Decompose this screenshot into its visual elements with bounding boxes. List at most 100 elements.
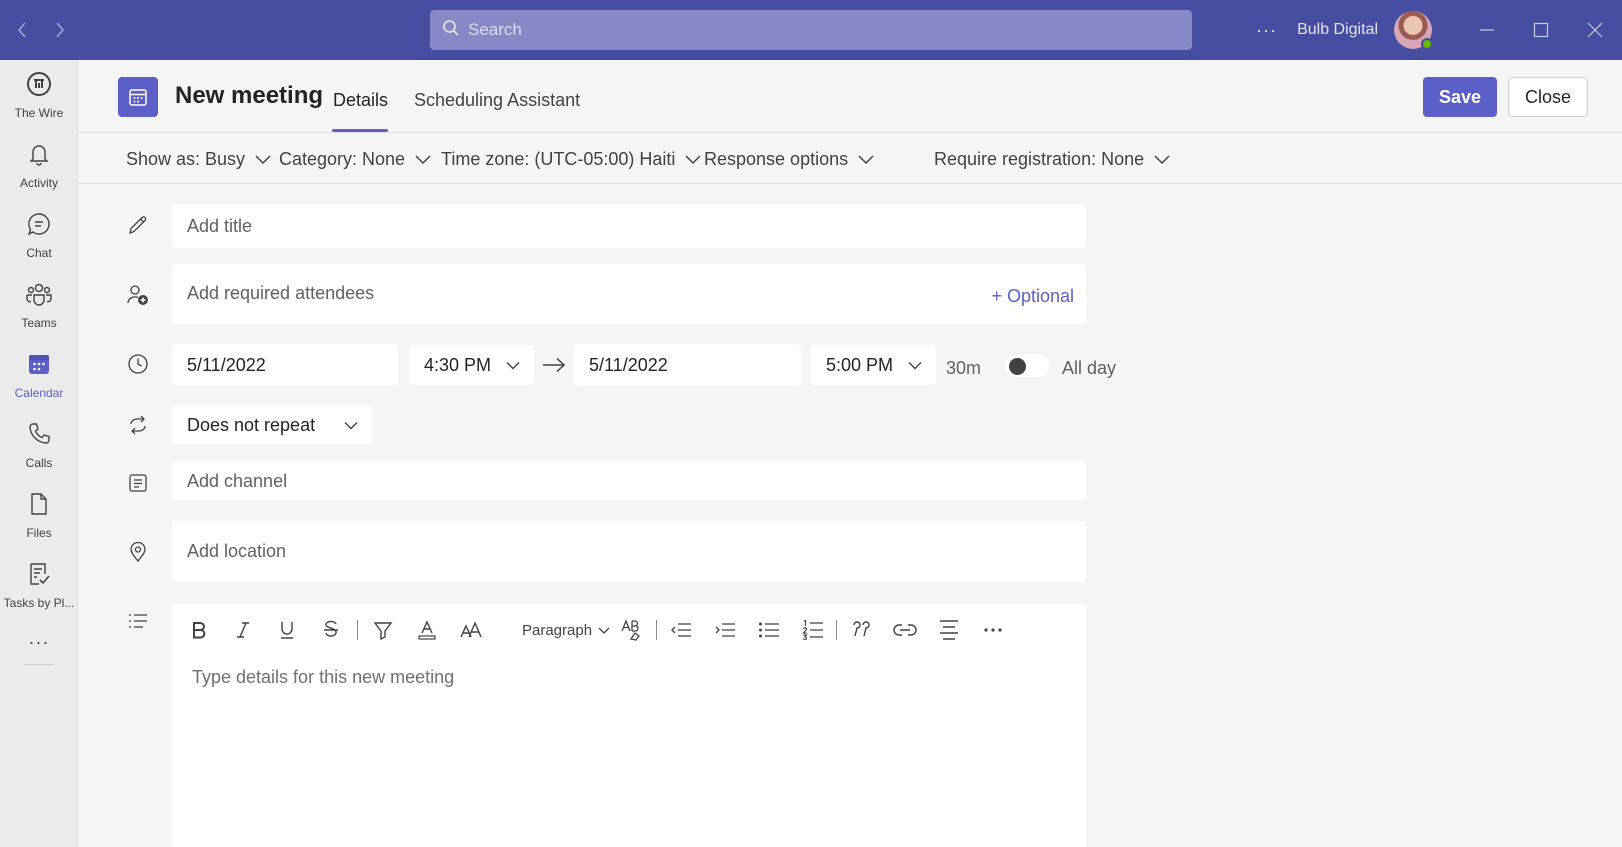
duration-label: 30m <box>946 358 982 378</box>
chevron-down-icon <box>1154 149 1170 170</box>
rail-label: Calendar <box>14 385 64 400</box>
history-nav <box>12 20 70 40</box>
search-box[interactable] <box>430 10 1192 50</box>
more-apps-icon[interactable]: ··· <box>0 620 78 664</box>
clock-icon <box>126 352 150 376</box>
highlight-icon[interactable] <box>366 603 400 657</box>
end-date-field[interactable]: 5/11/2022 <box>574 344 801 386</box>
chevron-down-icon <box>858 149 874 170</box>
minimize-icon[interactable] <box>1460 0 1514 60</box>
org-name[interactable]: Bulb Digital <box>1297 21 1378 39</box>
clear-formatting-icon[interactable] <box>614 603 648 657</box>
editor-placeholder: Type details for this new meeting <box>192 667 455 687</box>
back-arrow-icon[interactable] <box>12 20 32 40</box>
font-size-icon[interactable] <box>454 603 488 657</box>
chevron-down-icon <box>506 355 520 376</box>
show-as-label: Show as: Busy <box>126 148 246 169</box>
tab-scheduling-assistant[interactable]: Scheduling Assistant <box>414 90 580 111</box>
end-time-value: 5:00 PM <box>826 354 894 375</box>
link-icon[interactable] <box>888 603 922 657</box>
bulleted-list-icon[interactable] <box>752 603 786 657</box>
details-editor[interactable]: Paragraph Type details for this new meet… <box>172 603 1086 847</box>
start-time-dropdown[interactable]: 4:30 PM <box>409 345 534 385</box>
chevron-down-icon <box>908 355 922 376</box>
more-options-icon[interactable]: ··· <box>1256 20 1277 41</box>
font-color-icon[interactable] <box>410 603 444 657</box>
end-time-dropdown[interactable]: 5:00 PM <box>811 345 936 385</box>
rail-item-the-wire[interactable]: The Wire <box>0 60 78 130</box>
channel-field[interactable] <box>172 461 1086 501</box>
underline-icon[interactable] <box>270 603 304 657</box>
chevron-down-icon <box>255 149 271 170</box>
search-input[interactable] <box>468 20 1148 40</box>
strikethrough-icon[interactable] <box>314 603 348 657</box>
rail-item-calendar[interactable]: Calendar <box>0 340 78 410</box>
toolbar-divider <box>656 620 657 640</box>
search-icon <box>442 19 460 42</box>
start-time-value: 4:30 PM <box>424 354 492 375</box>
paragraph-style-dropdown[interactable]: Paragraph <box>522 603 610 657</box>
teams-icon <box>25 281 53 312</box>
bell-icon <box>26 141 52 172</box>
rail-item-tasks[interactable]: Tasks by Pl... <box>0 550 78 620</box>
the-wire-icon <box>26 71 52 102</box>
rail-label: Calls <box>25 455 53 470</box>
maximize-icon[interactable] <box>1514 0 1568 60</box>
close-window-icon[interactable] <box>1568 0 1622 60</box>
phone-icon <box>26 421 52 452</box>
all-day-toggle[interactable] <box>1003 353 1051 379</box>
chevron-down-icon <box>415 149 431 170</box>
registration-label: Require registration: None <box>934 148 1145 169</box>
presence-available-icon <box>1421 38 1433 50</box>
avatar[interactable] <box>1394 11 1433 50</box>
registration-dropdown[interactable]: Require registration: None <box>934 133 1170 185</box>
rail-item-activity[interactable]: Activity <box>0 130 78 200</box>
increase-indent-icon[interactable] <box>708 603 742 657</box>
time-zone-dropdown[interactable]: Time zone: (UTC-05:00) Haiti <box>441 133 701 185</box>
start-date-field[interactable]: 5/11/2022 <box>172 344 398 386</box>
file-icon <box>26 491 52 522</box>
rail-label: Teams <box>21 315 57 330</box>
italic-icon[interactable] <box>226 603 260 657</box>
forward-arrow-icon[interactable] <box>50 20 70 40</box>
close-button[interactable]: Close <box>1508 77 1588 117</box>
add-person-icon <box>126 283 150 307</box>
location-pin-icon <box>126 540 150 564</box>
calendar-badge-icon <box>118 77 158 117</box>
repeat-icon <box>126 413 150 437</box>
bold-icon[interactable] <box>182 603 216 657</box>
tab-details[interactable]: Details <box>333 90 388 111</box>
location-input[interactable] <box>187 541 1086 562</box>
rail-item-files[interactable]: Files <box>0 480 78 550</box>
attendees-input[interactable] <box>187 283 947 304</box>
end-date-value: 5/11/2022 <box>589 354 668 375</box>
tasks-icon <box>26 561 52 592</box>
title-input[interactable] <box>187 215 1086 237</box>
repeat-dropdown[interactable]: Does not repeat <box>172 405 372 445</box>
numbered-list-icon[interactable] <box>796 603 830 657</box>
category-label: Category: None <box>279 148 406 169</box>
rail-label: Tasks by Pl... <box>3 595 75 610</box>
all-day-label: All day <box>1062 358 1117 378</box>
more-formatting-icon[interactable] <box>976 603 1010 657</box>
quote-icon[interactable] <box>844 603 878 657</box>
optional-attendees-link[interactable]: + Optional <box>991 286 1074 307</box>
time-zone-label: Time zone: (UTC-05:00) Haiti <box>441 148 676 169</box>
title-field[interactable] <box>172 204 1086 248</box>
attendees-field[interactable]: + Optional <box>172 264 1086 325</box>
align-center-icon[interactable] <box>932 603 966 657</box>
rail-item-teams[interactable]: Teams <box>0 270 78 340</box>
start-date-value: 5/11/2022 <box>187 354 266 375</box>
rail-item-calls[interactable]: Calls <box>0 410 78 480</box>
channel-icon <box>126 471 150 495</box>
location-field[interactable] <box>172 521 1086 582</box>
decrease-indent-icon[interactable] <box>664 603 698 657</box>
category-dropdown[interactable]: Category: None <box>279 133 431 185</box>
channel-input[interactable] <box>187 470 1086 492</box>
app-rail: The Wire Activity Chat Teams Calendar Ca… <box>0 60 78 847</box>
show-as-dropdown[interactable]: Show as: Busy <box>126 133 271 185</box>
meeting-header: New meeting Details Scheduling Assistant… <box>78 60 1622 132</box>
response-options-dropdown[interactable]: Response options <box>704 133 874 185</box>
rail-item-chat[interactable]: Chat <box>0 200 78 270</box>
save-button[interactable]: Save <box>1423 77 1497 117</box>
